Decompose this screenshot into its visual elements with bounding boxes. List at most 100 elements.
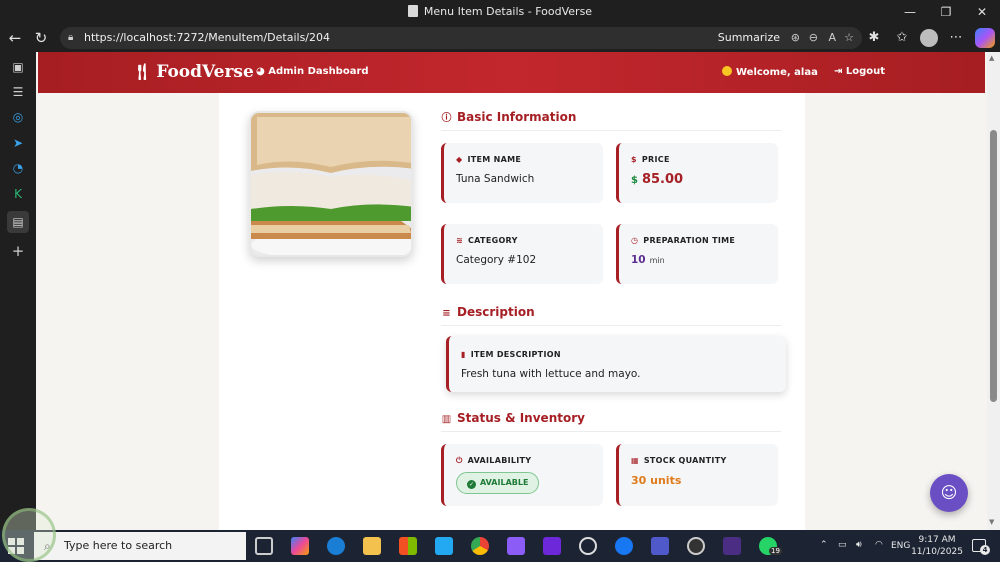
browser-toolbar: ← ↻ 🔒︎ https://localhost:7272/MenuItem/D…: [0, 24, 1000, 52]
check-circle-icon: ✓: [467, 480, 476, 489]
whatsapp-badge: 19: [769, 547, 782, 555]
dashboard-icon: ◕: [256, 66, 269, 77]
power-icon: ⏻: [456, 456, 463, 465]
refresh-icon[interactable]: ↻: [31, 28, 51, 48]
network-tray-icon[interactable]: ▭: [838, 540, 847, 562]
section-divider: [441, 431, 781, 432]
k-app-icon[interactable]: K: [9, 185, 27, 203]
price-box: $ PRICE $85.00: [616, 143, 778, 203]
terminal-icon[interactable]: [723, 537, 741, 555]
section-divider: [441, 130, 781, 131]
copilot-taskbar-icon[interactable]: [291, 537, 309, 555]
description-text: Fresh tuna with lettuce and mayo.: [461, 368, 641, 380]
site-navbar: 🍴︎ FoodVerse ◕ Admin Dashboard Welcome, a…: [38, 52, 985, 93]
page-viewport: 🍴︎ FoodVerse ◕ Admin Dashboard Welcome, a…: [36, 52, 987, 530]
document-app-icon[interactable]: ▤: [7, 211, 29, 233]
close-button[interactable]: ✕: [964, 0, 1000, 24]
clock-icon: ◷: [631, 236, 639, 245]
copilot-icon[interactable]: [975, 28, 995, 48]
minimize-button[interactable]: —: [892, 0, 928, 24]
window-title: Menu Item Details - FoodVerse: [0, 5, 1000, 18]
page-icon: [407, 5, 418, 17]
volume-icon[interactable]: 🔊︎: [856, 540, 862, 562]
robot-icon: ☺: [940, 483, 958, 502]
scroll-up-icon[interactable]: ▲: [989, 54, 994, 62]
prep-time-value: 10 min: [631, 254, 665, 266]
teams-icon[interactable]: [651, 537, 669, 555]
vscode-icon[interactable]: [435, 537, 453, 555]
chatgpt-icon[interactable]: [579, 537, 597, 555]
category-value: Category #102: [456, 254, 537, 266]
browser-sidebar: ▣ ☰ ◎ ➤ ◔ K ▤ +: [0, 52, 36, 530]
sync-app-icon[interactable]: ◔: [9, 159, 27, 177]
extensions-icon[interactable]: ✱: [864, 28, 884, 48]
taskbar-clock[interactable]: 9:17 AM 11/10/2025: [908, 534, 966, 558]
brand-logo[interactable]: 🍴︎ FoodVerse: [132, 62, 254, 82]
send-app-icon[interactable]: ➤: [9, 134, 27, 152]
summarize-button[interactable]: Summarize: [718, 27, 780, 49]
boxes-icon: ▦: [631, 456, 639, 465]
restore-button[interactable]: ❐: [928, 0, 964, 24]
availability-box: ⏻ AVAILABILITY ✓ AVAILABLE: [441, 444, 603, 506]
favorites-icon[interactable]: ✩: [892, 28, 912, 48]
windows-taskbar: ⌕ Type here to search 19 ⌃ ▭ 🔊︎ ◠ ENG 9:…: [0, 530, 1000, 562]
stock-box: ▦ STOCK QUANTITY 30 units: [616, 444, 778, 506]
more-menu-icon[interactable]: ⋯: [946, 28, 966, 48]
basic-info-title: ⓘ Basic Information: [441, 110, 577, 124]
user-face-icon: [722, 66, 732, 76]
profile-avatar[interactable]: [920, 29, 938, 47]
page-scrollbar[interactable]: ▲ ▼: [987, 52, 1000, 530]
chrome-icon[interactable]: [471, 537, 489, 555]
watermark-logo: [2, 508, 56, 562]
menu-item-image: [249, 111, 413, 257]
category-box: ≋ CATEGORY Category #102: [441, 224, 603, 284]
scrollbar-thumb[interactable]: [990, 130, 997, 402]
taskbar-search[interactable]: ⌕ Type here to search: [34, 532, 246, 560]
add-icon[interactable]: +: [9, 242, 27, 260]
collections-icon[interactable]: ☰: [9, 83, 27, 101]
circle-app-icon[interactable]: ◎: [9, 108, 27, 126]
status-title: ▥ Status & Inventory: [441, 411, 585, 425]
info-icon: ⓘ: [441, 113, 452, 124]
wifi-icon[interactable]: ◠: [875, 540, 883, 562]
visual-studio-2-icon[interactable]: [543, 537, 561, 555]
item-name-box: ◆ ITEM NAME Tuna Sandwich: [441, 143, 603, 203]
address-bar[interactable]: 🔒︎ https://localhost:7272/MenuItem/Detai…: [60, 27, 862, 49]
back-arrow-icon[interactable]: ←: [5, 28, 25, 48]
url-text: https://localhost:7272/MenuItem/Details/…: [84, 31, 330, 44]
section-divider: [441, 325, 781, 326]
edge-icon[interactable]: [327, 537, 345, 555]
logout-link[interactable]: ⇥ Logout: [834, 66, 885, 77]
summarize-icon[interactable]: ⊛: [791, 27, 800, 49]
admin-dashboard-link[interactable]: ◕ Admin Dashboard: [256, 66, 369, 77]
facebook-icon[interactable]: [615, 537, 633, 555]
stock-value: 30 units: [631, 474, 682, 487]
utensils-icon: 🍴︎: [132, 62, 153, 81]
file-explorer-icon[interactable]: [363, 537, 381, 555]
chart-icon: ▥: [441, 414, 452, 425]
scroll-down-icon[interactable]: ▼: [989, 518, 994, 526]
store-icon[interactable]: [399, 537, 417, 555]
zoom-icon[interactable]: ⊖: [809, 27, 818, 49]
status-badge: ✓ AVAILABLE: [456, 472, 540, 494]
price-value: $85.00: [631, 172, 684, 187]
description-title: ≡ Description: [442, 305, 535, 319]
description-box: ▮ ITEM DESCRIPTION Fresh tuna with lettuc…: [446, 336, 786, 392]
tray-chevron-icon[interactable]: ⌃: [820, 540, 828, 562]
media-player-icon[interactable]: [687, 537, 705, 555]
logout-icon: ⇥: [834, 66, 846, 77]
lock-icon: 🔒︎: [68, 32, 74, 43]
visual-studio-icon[interactable]: [507, 537, 525, 555]
favorite-star-icon[interactable]: ☆: [844, 27, 854, 49]
read-aloud-icon[interactable]: A: [828, 27, 836, 49]
layers-icon: ≋: [456, 236, 464, 245]
tab-actions-icon[interactable]: ▣: [9, 58, 27, 76]
chatbot-button[interactable]: ☺: [930, 474, 968, 512]
notification-badge: 4: [980, 545, 990, 555]
item-details-card: ⓘ Basic Information ◆ ITEM NAME Tuna Sandw…: [219, 93, 805, 530]
task-view-icon[interactable]: [255, 537, 273, 555]
welcome-user: Welcome, alaa: [722, 66, 818, 78]
prep-time-box: ◷ PREPARATION TIME 10 min: [616, 224, 778, 284]
dollar-icon: $: [631, 155, 637, 164]
item-name-value: Tuna Sandwich: [456, 173, 535, 185]
